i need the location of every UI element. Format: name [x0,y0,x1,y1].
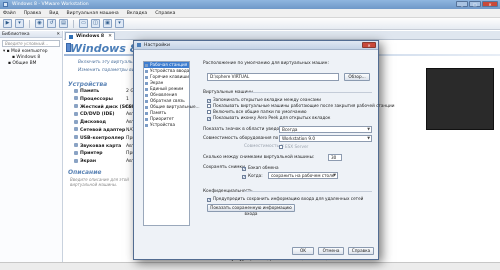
device-display[interactable]: Экран Авт [74,158,136,166]
unity-icon[interactable]: ◫ [91,19,100,28]
group-divider [244,191,372,192]
cpu-icon [74,96,78,101]
when-select[interactable]: сохранить на рабочем столе ▼ [268,172,338,179]
snapshot-interval-input[interactable]: 30 [328,154,342,161]
fullscreen-icon[interactable]: ▭ [79,19,88,28]
esx-checkbox[interactable]: ESX Server [279,144,308,149]
vmware-app-icon [3,2,8,7]
power-icon[interactable]: ▶ [3,19,12,28]
save-snapshots-label: Сохранять снимки [203,165,245,170]
device-network[interactable]: Сетевой адаптер NAT [74,127,136,135]
close-library-icon[interactable]: ✕ [56,31,60,38]
status-bar [0,262,500,270]
preferences-dialog: Настройки ✕ Рабочая станция Устройства в… [133,40,394,260]
dialog-titlebar: Настройки ✕ [134,41,378,50]
view-icon[interactable]: ▾ [115,19,124,28]
hw-compat-select[interactable]: Workstation 9.0 ▼ [279,135,372,142]
backup-checkbox[interactable]: ✓ Бэкап обмена [242,165,279,171]
remember-tabs-checkbox[interactable]: ✓ Запоминать открытые вкладки между сеанс… [207,97,321,103]
toolbar-separator [29,19,30,28]
sound-icon [74,143,78,148]
network-icon [74,127,78,132]
menu-view[interactable]: Вид [49,11,58,16]
aero-peek-checkbox[interactable]: ✓ Показывать иконку Aero Peek для открыты… [207,115,330,121]
dialog-icon [137,43,141,47]
tree-item-shared-vms[interactable]: ▪ Общие ВМ [0,61,62,67]
manager-icon[interactable]: ▤ [59,19,68,28]
tray-icon-select[interactable]: Всегда ▼ [279,126,372,133]
browse-button[interactable]: Обзор... [344,73,370,81]
device-floppy[interactable]: Дисковод Авт [74,119,136,127]
display-icon [74,158,78,163]
menu-file[interactable]: Файл [3,11,16,16]
minimize-button[interactable]: _ [456,1,468,7]
library-sidebar: Библиотека ✕ Введите условный... ▾ ▪ Мой… [0,31,63,262]
snapshot-icon[interactable]: ◉ [35,19,44,28]
when-checkbox[interactable]: ✓ Когда: [242,173,263,179]
console-icon[interactable]: ▣ [103,19,112,28]
save-credentials-checkbox[interactable]: ✓ Предупредить сохранить информацию входа… [207,196,363,202]
disk-icon [74,104,78,109]
tab-windows8[interactable]: Windows 8 ✕ [65,32,115,40]
device-disk[interactable]: Жесткий диск (SCSI) 60 [74,104,136,112]
library-search-input[interactable]: Введите условный... [2,40,60,47]
show-saved-credentials-button[interactable]: Показать сохраненную информацию входа [207,204,295,216]
menu-edit[interactable]: Правка [24,11,41,16]
menu-help[interactable]: Справка [155,11,175,16]
floppy-icon [74,119,78,124]
device-cd[interactable]: CD/DVD (IDE) Авт [74,111,136,119]
chevron-down-icon: ▼ [367,136,370,140]
device-memory[interactable]: Память 2 GB [74,88,137,96]
library-title: Библиотека [2,32,30,37]
window-titlebar: Windows 8 - VMware Workstation _ □ ✕ [0,0,500,9]
cancel-button[interactable]: Отмена [318,247,344,255]
vm-screen-preview[interactable] [426,68,494,130]
snapshot-interval-label: Сколько между снимками виртуальной машин… [203,155,315,160]
default-location-label: Расположение по умолчанию для виртуальны… [203,61,329,66]
device-sound[interactable]: Звуковая карта Авт [74,143,136,151]
default-location-input[interactable]: D:\sphere VIRTUAL [207,73,339,81]
dialog-title: Настройки [144,43,170,48]
device-cpu[interactable]: Процессоры 1 [74,96,136,104]
usb-icon [74,135,78,140]
toolbar-separator [73,19,74,28]
close-window-button[interactable]: ✕ [482,1,498,7]
close-tab-icon[interactable]: ✕ [108,33,112,40]
description-text[interactable]: Введите описание для этой виртуальной ма… [70,177,130,187]
description-header: Описание [68,169,102,176]
enable-shared-folders-checkbox[interactable]: Включить все общие папки по умолчанию [207,109,307,114]
library-header: Библиотека ✕ [0,31,62,38]
memory-icon [74,88,78,93]
device-usb[interactable]: USB-контроллер Прис [74,135,138,143]
cd-icon [74,111,78,116]
dialog-close-button[interactable]: ✕ [362,42,376,48]
menu-tabs[interactable]: Вкладка [127,11,147,16]
show-running-vms-checkbox[interactable]: Показывать виртуальные машины работающие… [207,103,394,108]
device-list: Память 2 GB Процессоры 1 Жесткий диск (S… [74,88,138,166]
chevron-down-icon: ▼ [333,173,336,177]
devices-header: Устройства [68,81,108,88]
printer-icon [74,150,78,155]
library-tree: ▾ ▪ Мой компьютер ▪ Windows 8 ▪ Общие ВМ [0,49,62,67]
maximize-button[interactable]: □ [469,1,481,7]
category-devices[interactable]: Устройства [144,122,189,128]
pause-icon[interactable]: ▾ [15,19,24,28]
chevron-down-icon: ▼ [367,127,370,131]
toolbar: ▶ ▾ ◉ ↺ ▤ ▭ ◫ ▣ ▾ [0,18,500,30]
device-printer[interactable]: Принтер Прис [74,150,138,158]
category-list: Рабочая станция Устройства ввода Горячие… [143,61,200,226]
help-button[interactable]: Справка [348,247,374,255]
ok-button[interactable]: OK [292,247,314,255]
window-title: Windows 8 - VMware Workstation [12,2,89,7]
revert-icon[interactable]: ↺ [47,19,56,28]
vm-tab-icon [69,35,73,39]
menu-vm[interactable]: Виртуальная машина [67,11,119,16]
group-divider [246,92,372,93]
menu-bar: Файл Правка Вид Виртуальная машина Вклад… [0,9,500,18]
tab-strip: Windows 8 ✕ [64,31,500,40]
